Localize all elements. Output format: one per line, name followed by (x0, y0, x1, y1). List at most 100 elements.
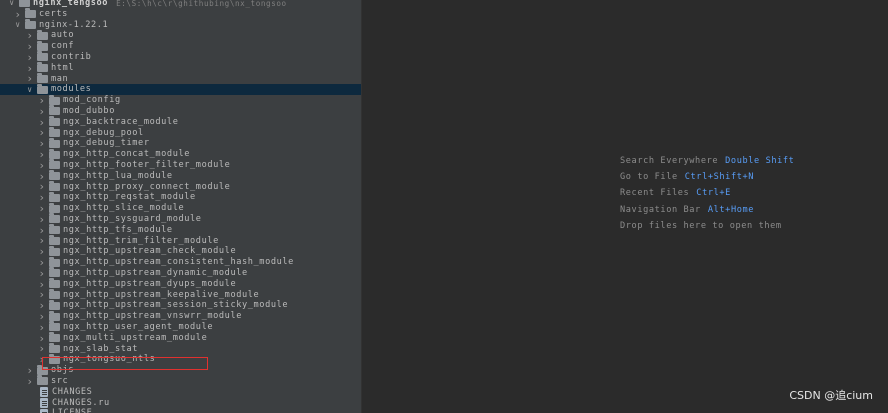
chevron-right-icon[interactable]: › (38, 214, 46, 225)
tree-item-module[interactable]: › ngx_http_slice_module (0, 202, 361, 214)
tree-item-module[interactable]: › ngx_http_upstream_session_sticky_module (0, 299, 361, 311)
tree-item-module[interactable]: › mod_dubbo (0, 105, 361, 117)
folder-icon (49, 234, 60, 245)
tree-item-module[interactable]: › ngx_backtrace_module (0, 116, 361, 128)
folder-icon (49, 170, 60, 181)
chevron-right-icon[interactable]: › (38, 322, 46, 333)
folder-icon (49, 180, 60, 191)
hint-text: Navigation Bar (620, 204, 701, 215)
tree-item-label: modules (51, 84, 92, 95)
tree-item-module[interactable]: › ngx_http_trim_filter_module (0, 234, 361, 246)
tree-item-label: man (51, 73, 69, 84)
tree-item-label: ngx_http_sysguard_module (63, 214, 202, 225)
folder-icon (49, 267, 60, 278)
tree-item-module[interactable]: › ngx_http_sysguard_module (0, 213, 361, 225)
tree-item-module[interactable]: › ngx_http_footer_filter_module (0, 159, 361, 171)
tree-item-module[interactable]: › ngx_slab_stat (0, 342, 361, 354)
tree-item-module[interactable]: › ngx_http_upstream_check_module (0, 245, 361, 257)
tree-item-module[interactable]: › ngx_http_reqstat_module (0, 191, 361, 203)
tree-item-module[interactable]: › ngx_debug_pool (0, 126, 361, 138)
tree-item-module[interactable]: › ngx_http_upstream_dyups_module (0, 278, 361, 290)
chevron-right-icon[interactable]: › (38, 160, 46, 171)
folder-icon (49, 342, 60, 353)
tree-item-contrib[interactable]: › contrib (0, 51, 361, 63)
tree-item-label: ngx_debug_pool (63, 127, 144, 138)
tree-item-module[interactable]: › ngx_http_upstream_consistent_hash_modul… (0, 256, 361, 268)
folder-icon (49, 116, 60, 127)
folder-icon (37, 83, 48, 94)
folder-icon (25, 18, 36, 29)
tree-item-module[interactable]: › ngx_http_user_agent_module (0, 321, 361, 333)
folder-icon (49, 310, 60, 321)
tree-item-conf[interactable]: › conf (0, 40, 361, 52)
tree-item-license[interactable]: ›LICENSE (0, 408, 361, 413)
chevron-down-icon[interactable]: ∨ (14, 20, 22, 30)
tree-item-label: ngx_http_upstream_session_sticky_module (63, 300, 289, 311)
folder-icon (49, 148, 60, 159)
tree-item-label: CHANGES (52, 386, 93, 397)
project-tree-panel: ∨ nginx_tengsoo E:\S:\h\c\r\ghithubing\nx_… (0, 0, 361, 413)
tree-item-changes-ru[interactable]: ›CHANGES.ru (0, 397, 361, 409)
tree-item-module[interactable]: › ngx_debug_timer (0, 137, 361, 149)
tree-item-auto[interactable]: › auto (0, 29, 361, 41)
tree-item-module[interactable]: › ngx_http_tfs_module (0, 224, 361, 236)
tree-item-module[interactable]: › ngx_http_upstream_vnswrr_module (0, 310, 361, 322)
folder-icon (37, 375, 48, 386)
tree-item-module[interactable]: › ngx_http_concat_module (0, 148, 361, 160)
folder-icon (49, 245, 60, 256)
tree-item-label: ngx_multi_upstream_module (63, 332, 208, 343)
tree-item-label: auto (51, 30, 75, 41)
tree-item-src[interactable]: › src (0, 375, 361, 387)
tree-item-module[interactable]: › ngx_multi_upstream_module (0, 332, 361, 344)
tree-root[interactable]: ∨ nginx_tengsoo E:\S:\h\c\r\ghithubing\nx_… (0, 0, 361, 9)
editor-empty-hints: Search Everywhere Double Shift Go to File C… (620, 153, 794, 234)
chevron-right-icon[interactable]: › (38, 106, 46, 117)
tree-item-module[interactable]: › ngx_http_upstream_keepalive_module (0, 288, 361, 300)
folder-icon (49, 94, 60, 105)
tree-item-label: ngx_http_footer_filter_module (63, 160, 231, 171)
tree-item-label: ngx_http_proxy_connect_module (63, 181, 231, 192)
file-icon (40, 408, 48, 413)
tree-item-nginx-1.22.1[interactable]: ∨ nginx-1.22.1 (0, 18, 361, 31)
chevron-right-icon[interactable]: › (26, 376, 34, 387)
chevron-right-icon[interactable]: › (14, 9, 22, 20)
tree-item-label: conf (51, 41, 75, 52)
tree-item-label: CHANGES.ru (52, 397, 110, 408)
folder-icon (49, 105, 60, 116)
folder-icon (49, 137, 60, 148)
hint-shortcut: Alt+Home (707, 204, 755, 215)
chevron-right-icon[interactable]: › (26, 73, 34, 84)
tree-item-label: mod_dubbo (63, 106, 115, 117)
tree-item-label: ngx_http_upstream_vnswrr_module (63, 311, 242, 322)
tree-item-label: ngx_http_upstream_dyups_module (63, 278, 237, 289)
tree-item-label: ngx_backtrace_module (63, 116, 179, 127)
folder-icon (49, 299, 60, 310)
tree-item-changes[interactable]: ›CHANGES (0, 387, 361, 398)
chevron-down-icon[interactable]: ∨ (26, 85, 34, 95)
tree-item-label: ngx_http_user_agent_module (63, 322, 214, 333)
hint-shortcut: Ctrl+Shift+N (684, 172, 755, 183)
tree-item-modules[interactable]: ∨ modules (0, 83, 361, 96)
tree-item-html[interactable]: › html (0, 62, 361, 74)
folder-icon (25, 8, 36, 19)
tree-item-module[interactable]: › ngx_http_proxy_connect_module (0, 180, 361, 192)
tree-item-label: mod_config (63, 95, 121, 106)
tree-item-man[interactable]: › man (0, 72, 361, 84)
folder-icon (19, 0, 30, 8)
folder-icon (37, 62, 48, 73)
tree-item-certs[interactable]: › certs (0, 8, 361, 20)
folder-icon (49, 202, 60, 213)
hint-shortcut: Ctrl+E (696, 188, 731, 199)
folder-icon (37, 72, 48, 83)
tree-item-module[interactable]: › ngx_http_upstream_dynamic_module (0, 267, 361, 279)
editor-hint-line: Navigation Bar Alt+Home (620, 202, 794, 218)
tree-item-module[interactable]: › mod_config (0, 94, 361, 106)
folder-icon (49, 278, 60, 289)
file-icon (40, 397, 48, 408)
chevron-right-icon[interactable]: › (38, 268, 46, 279)
folder-icon (49, 321, 60, 332)
tree-item-module[interactable]: › ngx_http_lua_module (0, 170, 361, 182)
folder-icon (49, 213, 60, 224)
project-path: E:\S:\h\c\r\ghithubing\nx_tongsoo (116, 0, 287, 8)
chevron-right-icon[interactable]: › (26, 52, 34, 63)
